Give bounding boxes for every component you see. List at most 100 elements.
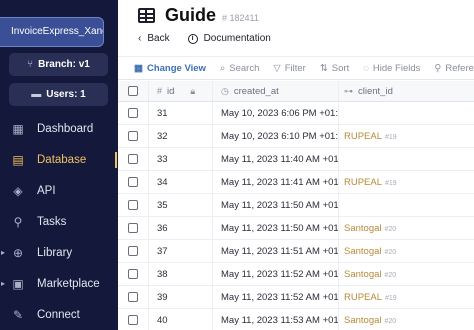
cell-id[interactable]: 38 (148, 263, 212, 285)
expand-caret-icon[interactable]: ▸ (1, 248, 5, 257)
sidebar-item-label: Library (37, 246, 73, 259)
sidebar-item-database[interactable]: ▤ Database (0, 144, 118, 175)
row-checkbox[interactable] (128, 108, 138, 118)
cell-id[interactable]: 32 (148, 125, 212, 147)
row-checkbox[interactable] (128, 200, 138, 210)
cell-created-at[interactable]: May 11, 2023 11:41 AM +01:00 (212, 171, 338, 193)
row-checkbox[interactable] (128, 177, 138, 187)
column-header-client-id[interactable]: ⊶ client_id (338, 81, 474, 101)
cell-created-at[interactable]: May 10, 2023 6:10 PM +01:00 (212, 125, 338, 147)
cell-id[interactable]: 37 (148, 240, 212, 262)
row-checkbox[interactable] (128, 269, 138, 279)
cell-id[interactable]: 40 (148, 309, 212, 330)
select-all-checkbox[interactable] (128, 86, 138, 96)
row-checkbox[interactable] (128, 223, 138, 233)
sort-button[interactable]: ⇅ Sort (320, 63, 349, 74)
cell-client-id[interactable]: RUPEAL #19 (338, 171, 474, 193)
table-row[interactable]: 31 May 10, 2023 6:06 PM +01:00 (118, 102, 474, 125)
client-link[interactable]: Santogal (344, 315, 382, 326)
workspace-selector[interactable]: InvoiceExpress_Xano (0, 17, 104, 47)
marketplace-icon: ▣ (12, 276, 24, 291)
search-button[interactable]: ⌕ Search (220, 63, 259, 74)
cell-created-at-value: May 11, 2023 11:50 AM +01:00 (221, 199, 338, 211)
sidebar-item-marketplace[interactable]: ▸ ▣ Marketplace (0, 268, 118, 299)
column-header-id[interactable]: # id 🔒︎ (148, 81, 212, 101)
branch-selector[interactable]: ⑂ Branch: v1 (9, 53, 108, 76)
row-checkbox[interactable] (128, 246, 138, 256)
sidebar-item-library[interactable]: ▸ ⊕ Library (0, 237, 118, 268)
cell-id-value: 33 (157, 153, 168, 165)
cell-created-at[interactable]: May 11, 2023 11:50 AM +01:00 (212, 194, 338, 216)
cell-client-id[interactable] (338, 194, 474, 216)
row-checkbox[interactable] (128, 315, 138, 325)
table-row[interactable]: 37May 11, 2023 11:51 AM +01:00Santogal#2… (118, 240, 474, 263)
back-button[interactable]: ‹ Back (138, 33, 170, 44)
table-row[interactable]: 34May 11, 2023 11:41 AM +01:00RUPEAL#19 (118, 171, 474, 194)
table-row[interactable]: 36May 11, 2023 11:50 AM +01:00Santogal#2… (118, 217, 474, 240)
sidebar-item-api[interactable]: ◈ API (0, 175, 118, 206)
cell-id-value: 39 (157, 291, 168, 303)
page-title: Guide (165, 5, 217, 25)
cell-client-id[interactable] (338, 148, 474, 170)
table-toolbar: ▦ Change View ⌕ Search ▽ Filter ⇅ Sort ◌… (118, 56, 474, 80)
reference-button[interactable]: ⚲ Referen (434, 63, 474, 74)
cell-client-id[interactable] (338, 102, 474, 124)
client-link[interactable]: RUPEAL (344, 292, 382, 303)
client-link[interactable]: RUPEAL (344, 177, 382, 188)
filter-button[interactable]: ▽ Filter (273, 63, 305, 74)
cell-client-id[interactable]: Santogal #20 (338, 217, 474, 239)
cell-id[interactable]: 39 (148, 286, 212, 308)
cell-id[interactable]: 36 (148, 217, 212, 239)
cell-created-at[interactable]: May 11, 2023 11:52 AM +01:00 (212, 263, 338, 285)
cell-client-id[interactable]: RUPEAL #19 (338, 125, 474, 147)
table-row[interactable]: 39 May 11, 2023 11:52 AM +01:00RUPEAL#19 (118, 286, 474, 309)
row-checkbox[interactable] (128, 292, 138, 302)
client-link[interactable]: Santogal (344, 223, 382, 234)
branch-icon: ⑂ (27, 59, 34, 70)
cell-id[interactable]: 34 (148, 171, 212, 193)
cell-created-at[interactable]: May 10, 2023 6:06 PM +01:00 (212, 102, 338, 124)
sidebar-item-label: Marketplace (37, 277, 100, 290)
sidebar-item-connect[interactable]: ✎ Connect (0, 299, 118, 330)
table-row[interactable]: 35 May 11, 2023 11:50 AM +01:00 (118, 194, 474, 217)
client-ref-id: #20 (384, 225, 397, 233)
column-label: id (167, 85, 175, 97)
column-label: created_at (233, 85, 279, 97)
row-checkbox[interactable] (128, 154, 138, 164)
cell-created-at[interactable]: May 11, 2023 11:51 AM +01:00 (212, 240, 338, 262)
cell-client-id[interactable]: RUPEAL #19 (338, 286, 474, 308)
hide-fields-button[interactable]: ◌ Hide Fields (363, 63, 420, 74)
column-header-created-at[interactable]: ◷ created_at (212, 81, 338, 101)
cell-client-id[interactable]: Santogal #20 (338, 240, 474, 262)
table-row[interactable]: 38May 11, 2023 11:52 AM +01:00Santogal#2… (118, 263, 474, 286)
cell-created-at[interactable]: May 11, 2023 11:50 AM +01:00 (212, 217, 338, 239)
cell-client-id[interactable]: Santogal #20 (338, 263, 474, 285)
cell-id-value: 37 (157, 245, 168, 257)
dashboard-icon: ▦ (12, 121, 24, 136)
expand-caret-icon[interactable]: ▸ (1, 279, 5, 288)
cell-id[interactable]: 33 (148, 148, 212, 170)
cell-created-at[interactable]: May 11, 2023 11:40 AM +01:00 (212, 148, 338, 170)
cell-client-id[interactable]: Santogal #20 (338, 309, 474, 330)
change-view-button[interactable]: ▦ Change View (134, 63, 206, 74)
table-row[interactable]: 32 May 10, 2023 6:10 PM +01:00 RUPEAL #19 (118, 125, 474, 148)
client-link[interactable]: RUPEAL (344, 131, 382, 142)
table-body: 31 May 10, 2023 6:06 PM +01:00 32 May 10, 2… (118, 102, 474, 330)
cell-created-at[interactable]: May 11, 2023 11:52 AM +01:00 (212, 286, 338, 308)
client-ref-id: #20 (384, 248, 397, 256)
client-link[interactable]: Santogal (344, 246, 382, 257)
cell-created-at[interactable]: May 11, 2023 11:53 AM +01:00 (212, 309, 338, 330)
search-icon: ⌕ (219, 62, 226, 74)
hide-fields-label: Hide Fields (372, 62, 421, 74)
table-row[interactable]: 40May 11, 2023 11:53 AM +01:00Santogal#2… (118, 309, 474, 330)
client-link[interactable]: Santogal (344, 269, 382, 280)
cell-id[interactable]: 31 (148, 102, 212, 124)
table-row[interactable]: 33 May 11, 2023 11:40 AM +01:00 (118, 148, 474, 171)
cell-id[interactable]: 35 (148, 194, 212, 216)
cell-created-at-value: May 10, 2023 6:10 PM +01:00 (221, 130, 338, 142)
documentation-link[interactable]: i Documentation (187, 33, 271, 44)
row-checkbox[interactable] (128, 131, 138, 141)
users-indicator[interactable]: ▬ Users: 1 (9, 83, 108, 106)
sidebar-item-tasks[interactable]: ⚲ Tasks (0, 206, 118, 237)
sidebar-item-dashboard[interactable]: ▦ Dashboard (0, 113, 118, 144)
